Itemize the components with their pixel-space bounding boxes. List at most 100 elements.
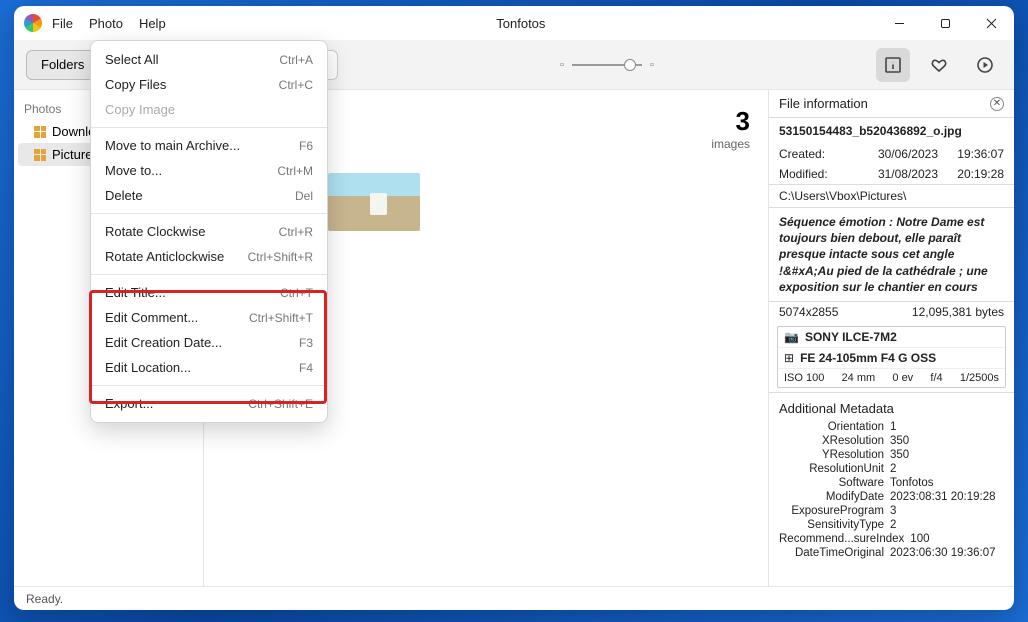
menu-item[interactable]: DeleteDel bbox=[91, 183, 327, 208]
thumb-large-icon: ▫ bbox=[650, 59, 654, 71]
menu-item-label: Edit Location... bbox=[105, 360, 191, 375]
metadata-row: SoftwareTonfotos bbox=[769, 476, 1014, 490]
metadata-key: YResolution bbox=[779, 449, 890, 461]
menu-item-label: Edit Comment... bbox=[105, 310, 198, 325]
metadata-value: 1 bbox=[890, 421, 1004, 433]
menu-item[interactable]: Edit Creation Date... F3 bbox=[91, 330, 327, 355]
metadata-value: 100 bbox=[910, 533, 1014, 545]
info-panel-toggle[interactable] bbox=[876, 48, 910, 82]
menu-item[interactable]: Edit Comment... Ctrl+Shift+T bbox=[91, 305, 327, 330]
info-panel-close-icon[interactable]: ✕ bbox=[990, 97, 1004, 111]
image-count-number: 3 bbox=[711, 106, 750, 137]
menu-item-label: Export... bbox=[105, 396, 153, 411]
menu-item[interactable]: Move to... Ctrl+M bbox=[91, 158, 327, 183]
metadata-row: Orientation1 bbox=[769, 420, 1014, 434]
menu-file[interactable]: File bbox=[52, 16, 73, 31]
metadata-value: 2 bbox=[890, 463, 1004, 475]
info-modified-row: Modified: 31/08/2023 20:19:28 bbox=[769, 164, 1014, 184]
metadata-value: Tonfotos bbox=[890, 477, 1004, 489]
maximize-button[interactable] bbox=[922, 6, 968, 40]
info-size-row: 5074x2855 12,095,381 bytes bbox=[769, 302, 1014, 322]
thumbnail[interactable] bbox=[328, 173, 420, 231]
menu-item-label: Copy Image bbox=[105, 102, 175, 117]
thumb-small-icon: ▫ bbox=[560, 59, 564, 71]
menu-item-shortcut: Ctrl+Shift+E bbox=[248, 397, 313, 411]
menu-item[interactable]: Rotate ClockwiseCtrl+R bbox=[91, 219, 327, 244]
menu-item[interactable]: Edit Title...Ctrl+T bbox=[91, 280, 327, 305]
metadata-key: DateTimeOriginal bbox=[779, 547, 890, 559]
metadata-row: Recommend...sureIndex100 bbox=[769, 532, 1014, 546]
menu-item[interactable]: Move to main Archive...F6 bbox=[91, 133, 327, 158]
menu-item-label: Rotate Anticlockwise bbox=[105, 249, 224, 264]
menu-item-label: Move to... bbox=[105, 163, 162, 178]
metadata-row: DateTimeOriginal2023:06:30 19:36:07 bbox=[769, 546, 1014, 560]
app-icon bbox=[24, 14, 42, 32]
metadata-value: 3 bbox=[890, 505, 1004, 517]
menu-item-shortcut: F6 bbox=[299, 139, 313, 153]
metadata-key: ExposureProgram bbox=[779, 505, 890, 517]
menu-photo[interactable]: Photo bbox=[89, 16, 123, 31]
status-bar: Ready. bbox=[14, 586, 1014, 610]
menu-item-shortcut: Ctrl+C bbox=[279, 78, 313, 92]
metadata-row: ExposureProgram3 bbox=[769, 504, 1014, 518]
menu-item-shortcut: Ctrl+M bbox=[277, 164, 313, 178]
folder-grid-icon bbox=[34, 126, 46, 138]
info-panel: File information ✕ 53150154483_b52043689… bbox=[768, 90, 1014, 586]
image-count: 3 images bbox=[711, 106, 750, 151]
image-count-label: images bbox=[711, 137, 750, 151]
info-description: Séquence émotion : Notre Dame est toujou… bbox=[769, 208, 1014, 301]
titlebar: File Photo Help Tonfotos bbox=[14, 6, 1014, 40]
minimize-button[interactable] bbox=[876, 6, 922, 40]
exif-box: 📷SONY ILCE-7M2 ⊞FE 24-105mm F4 G OSS ISO… bbox=[777, 326, 1006, 388]
menubar: File Photo Help bbox=[52, 16, 166, 31]
tab-folders[interactable]: Folders bbox=[26, 50, 99, 80]
metadata-row: SensitivityType2 bbox=[769, 518, 1014, 532]
metadata-row: YResolution350 bbox=[769, 448, 1014, 462]
menu-help[interactable]: Help bbox=[139, 16, 166, 31]
menu-item-shortcut: F3 bbox=[299, 336, 313, 350]
info-dimensions: 5074x2855 bbox=[779, 305, 838, 319]
play-button[interactable] bbox=[968, 48, 1002, 82]
photo-menu-dropdown: Select AllCtrl+ACopy FilesCtrl+C Copy Ima… bbox=[90, 40, 328, 423]
metadata-list: Orientation1XResolution350YResolution350… bbox=[769, 420, 1014, 560]
window-title: Tonfotos bbox=[166, 16, 876, 31]
favorite-button[interactable] bbox=[922, 48, 956, 82]
menu-item-shortcut: Ctrl+T bbox=[280, 286, 313, 300]
close-button[interactable] bbox=[968, 6, 1014, 40]
metadata-row: ModifyDate2023:08:31 20:19:28 bbox=[769, 490, 1014, 504]
lens-icon: ⊞ bbox=[784, 351, 794, 365]
exif-lens: FE 24-105mm F4 G OSS bbox=[800, 351, 936, 365]
metadata-value: 2023:08:31 20:19:28 bbox=[890, 491, 1004, 503]
metadata-key: ResolutionUnit bbox=[779, 463, 890, 475]
metadata-value: 2 bbox=[890, 519, 1004, 531]
menu-item[interactable]: Edit Location...F4 bbox=[91, 355, 327, 380]
app-window: File Photo Help Tonfotos Folders People … bbox=[14, 6, 1014, 610]
menu-item: Copy Image bbox=[91, 97, 327, 122]
menu-item-shortcut: Ctrl+Shift+T bbox=[249, 311, 313, 325]
menu-item[interactable]: Rotate AnticlockwiseCtrl+Shift+R bbox=[91, 244, 327, 269]
info-created-time: 19:36:07 bbox=[944, 147, 1004, 161]
exif-aperture: f/4 bbox=[930, 372, 942, 384]
metadata-key: XResolution bbox=[779, 435, 890, 447]
metadata-key: Orientation bbox=[779, 421, 890, 433]
metadata-value: 2023:06:30 19:36:07 bbox=[890, 547, 1004, 559]
menu-item-label: Edit Creation Date... bbox=[105, 335, 222, 350]
info-filepath: C:\Users\Vbox\Pictures\ bbox=[769, 185, 1014, 207]
folder-grid-icon bbox=[34, 149, 46, 161]
menu-item[interactable]: Copy FilesCtrl+C bbox=[91, 72, 327, 97]
exif-focal: 24 mm bbox=[842, 372, 876, 384]
metadata-row: ResolutionUnit2 bbox=[769, 462, 1014, 476]
menu-item[interactable]: Export... Ctrl+Shift+E bbox=[91, 391, 327, 416]
menu-item[interactable]: Select AllCtrl+A bbox=[91, 47, 327, 72]
metadata-heading: Additional Metadata bbox=[769, 393, 1014, 420]
info-filesize: 12,095,381 bytes bbox=[844, 305, 1004, 319]
info-modified-date: 31/08/2023 bbox=[845, 167, 938, 181]
metadata-value: 350 bbox=[890, 435, 1004, 447]
info-created-label: Created: bbox=[779, 147, 839, 161]
exif-settings: ISO 100 24 mm 0 ev f/4 1/2500s bbox=[778, 369, 1005, 387]
thumbnail-size-slider[interactable]: ▫ ▫ bbox=[560, 59, 654, 71]
info-filename: 53150154483_b520436892_o.jpg bbox=[769, 118, 1014, 144]
metadata-key: Software bbox=[779, 477, 890, 489]
info-modified-label: Modified: bbox=[779, 167, 839, 181]
exif-iso: ISO 100 bbox=[784, 372, 824, 384]
